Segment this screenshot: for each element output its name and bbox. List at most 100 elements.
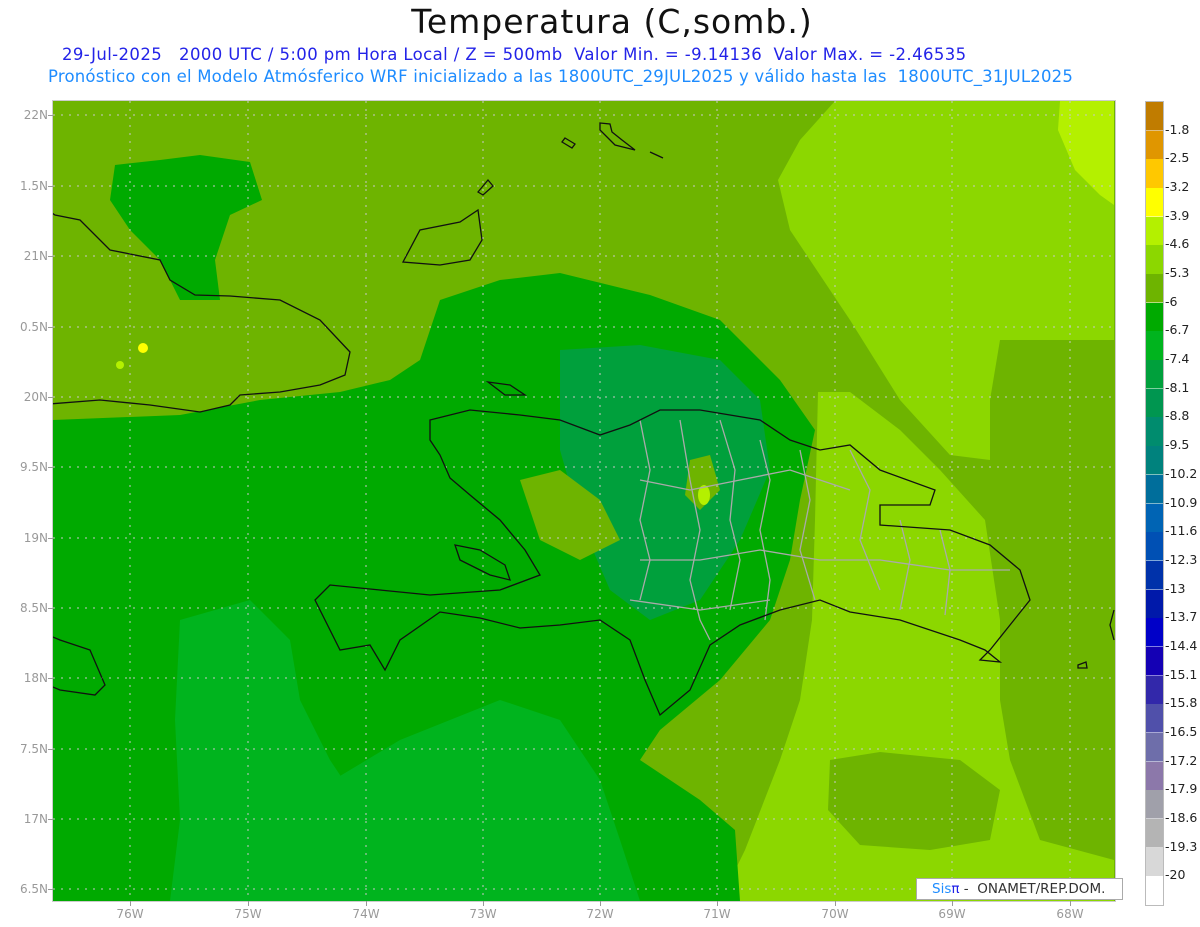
lat-label: 6.5N: [19, 882, 48, 896]
colorbar-box: [1146, 417, 1163, 447]
lat-tick: [48, 538, 53, 539]
colorbar-box: [1146, 302, 1163, 332]
colorbar-box: [1146, 446, 1163, 476]
lat-tick: [48, 678, 53, 679]
colorbar-box: [1146, 675, 1163, 705]
colorbar-label: -2.5: [1165, 150, 1190, 166]
lon-tick: [130, 901, 131, 906]
lon-label: 76W: [116, 907, 144, 921]
lat-label: 7.5N: [19, 742, 48, 756]
colorbar-box: [1146, 646, 1163, 677]
colorbar-box: [1146, 704, 1163, 734]
lat-tick: [48, 889, 53, 890]
credit-box: Sisπ - ONAMET/REP.DOM.: [916, 878, 1123, 900]
colorbar-label: -4.6: [1165, 236, 1190, 252]
lon-tick: [366, 901, 367, 906]
colorbar-box: [1146, 274, 1163, 304]
colorbar-label: -8.8: [1165, 408, 1190, 424]
lat-label: 17N: [23, 812, 48, 826]
lat-label: 21N: [23, 249, 48, 263]
colorbar-box: [1146, 732, 1163, 763]
lat-label: 18N: [23, 671, 48, 685]
lon-label: 71W: [703, 907, 731, 921]
colorbar-box: [1146, 560, 1163, 591]
colorbar-box: [1146, 532, 1163, 562]
colorbar-label: -3.9: [1165, 207, 1190, 223]
colorbar-box: [1146, 876, 1163, 906]
colorbar-label: -15.8: [1165, 695, 1198, 711]
colorbar-box: [1146, 159, 1163, 189]
colorbar-label: -12.3: [1165, 551, 1198, 567]
colorbar-box: [1146, 130, 1163, 160]
lat-label: 8.5N: [19, 601, 48, 615]
credit-org: - ONAMET/REP.DOM.: [959, 881, 1106, 897]
colorbar-label: -20: [1165, 867, 1186, 883]
lat-tick: [48, 186, 53, 187]
lon-label: 73W: [469, 907, 497, 921]
lat-tick: [48, 467, 53, 468]
lon-tick: [483, 901, 484, 906]
credit-pi: π: [951, 881, 960, 897]
colorbar-label: -11.6: [1165, 523, 1198, 539]
lat-tick: [48, 256, 53, 257]
colorbar-label: -10.2: [1165, 465, 1198, 481]
lon-label: 68W: [1056, 907, 1084, 921]
colorbar-box: [1146, 245, 1163, 275]
colorbar-label: -6.7: [1165, 322, 1190, 338]
colorbar-label: -10.9: [1165, 494, 1198, 510]
colorbar-label: -17.2: [1165, 752, 1198, 768]
lat-tick: [48, 115, 53, 116]
lon-tick: [248, 901, 249, 906]
valid-time-info: 29-Jul-2025 2000 UTC / 5:00 pm Hora Loca…: [62, 45, 967, 64]
colorbar-label: -9.5: [1165, 437, 1190, 453]
colorbar-label: -18.6: [1165, 809, 1198, 825]
lat-label: 20N: [23, 390, 48, 404]
colorbar-box: [1146, 360, 1163, 390]
field-warm-spot-cuba-2: [116, 361, 124, 369]
colorbar-label: -5.3: [1165, 265, 1190, 281]
colorbar-label: -13.7: [1165, 609, 1198, 625]
colorbar-box: [1146, 188, 1163, 218]
model-info: Pronóstico con el Modelo Atmósferico WRF…: [48, 67, 1074, 86]
lat-label: 0.5N: [19, 320, 48, 334]
colorbar-label: -15.1: [1165, 666, 1198, 682]
temperature-map: [53, 101, 1115, 901]
colorbar-label: -14.4: [1165, 637, 1198, 653]
lon-label: 69W: [938, 907, 966, 921]
colorbar-box: [1146, 102, 1163, 132]
colorbar-box: [1146, 818, 1163, 849]
colorbar-box: [1146, 847, 1163, 877]
lat-label: 19N: [23, 531, 48, 545]
lat-tick: [48, 608, 53, 609]
colorbar-label: -6: [1165, 293, 1178, 309]
colorbar-box: [1146, 761, 1163, 791]
colorbar-label: -16.5: [1165, 723, 1198, 739]
colorbar-label: -19.3: [1165, 838, 1198, 854]
colorbar-box: [1146, 503, 1163, 533]
lon-tick: [835, 901, 836, 906]
lat-tick: [48, 819, 53, 820]
colorbar-label: -3.2: [1165, 179, 1190, 195]
lat-label: 22N: [23, 108, 48, 122]
lat-tick: [48, 397, 53, 398]
colorbar-box: [1146, 216, 1163, 246]
colorbar-box: [1146, 618, 1163, 648]
colorbar-label: -8.1: [1165, 379, 1190, 395]
lon-label: 70W: [821, 907, 849, 921]
colorbar-label: -7.4: [1165, 351, 1190, 367]
lon-tick: [952, 901, 953, 906]
lat-label: 9.5N: [19, 460, 48, 474]
lon-tick: [600, 901, 601, 906]
colorbar-label: -1.8: [1165, 121, 1190, 137]
colorbar-box: [1146, 388, 1163, 418]
credit-sis: Sis: [932, 881, 952, 897]
colorbar-box: [1146, 331, 1163, 361]
lon-label: 74W: [352, 907, 380, 921]
lon-label: 72W: [586, 907, 614, 921]
field-warm-spot-cuba: [138, 343, 148, 353]
colorbar-box: [1146, 474, 1163, 504]
lon-tick: [1070, 901, 1071, 906]
colorbar: [1145, 101, 1164, 906]
colorbar-label: -13: [1165, 580, 1186, 596]
lon-label: 75W: [234, 907, 262, 921]
